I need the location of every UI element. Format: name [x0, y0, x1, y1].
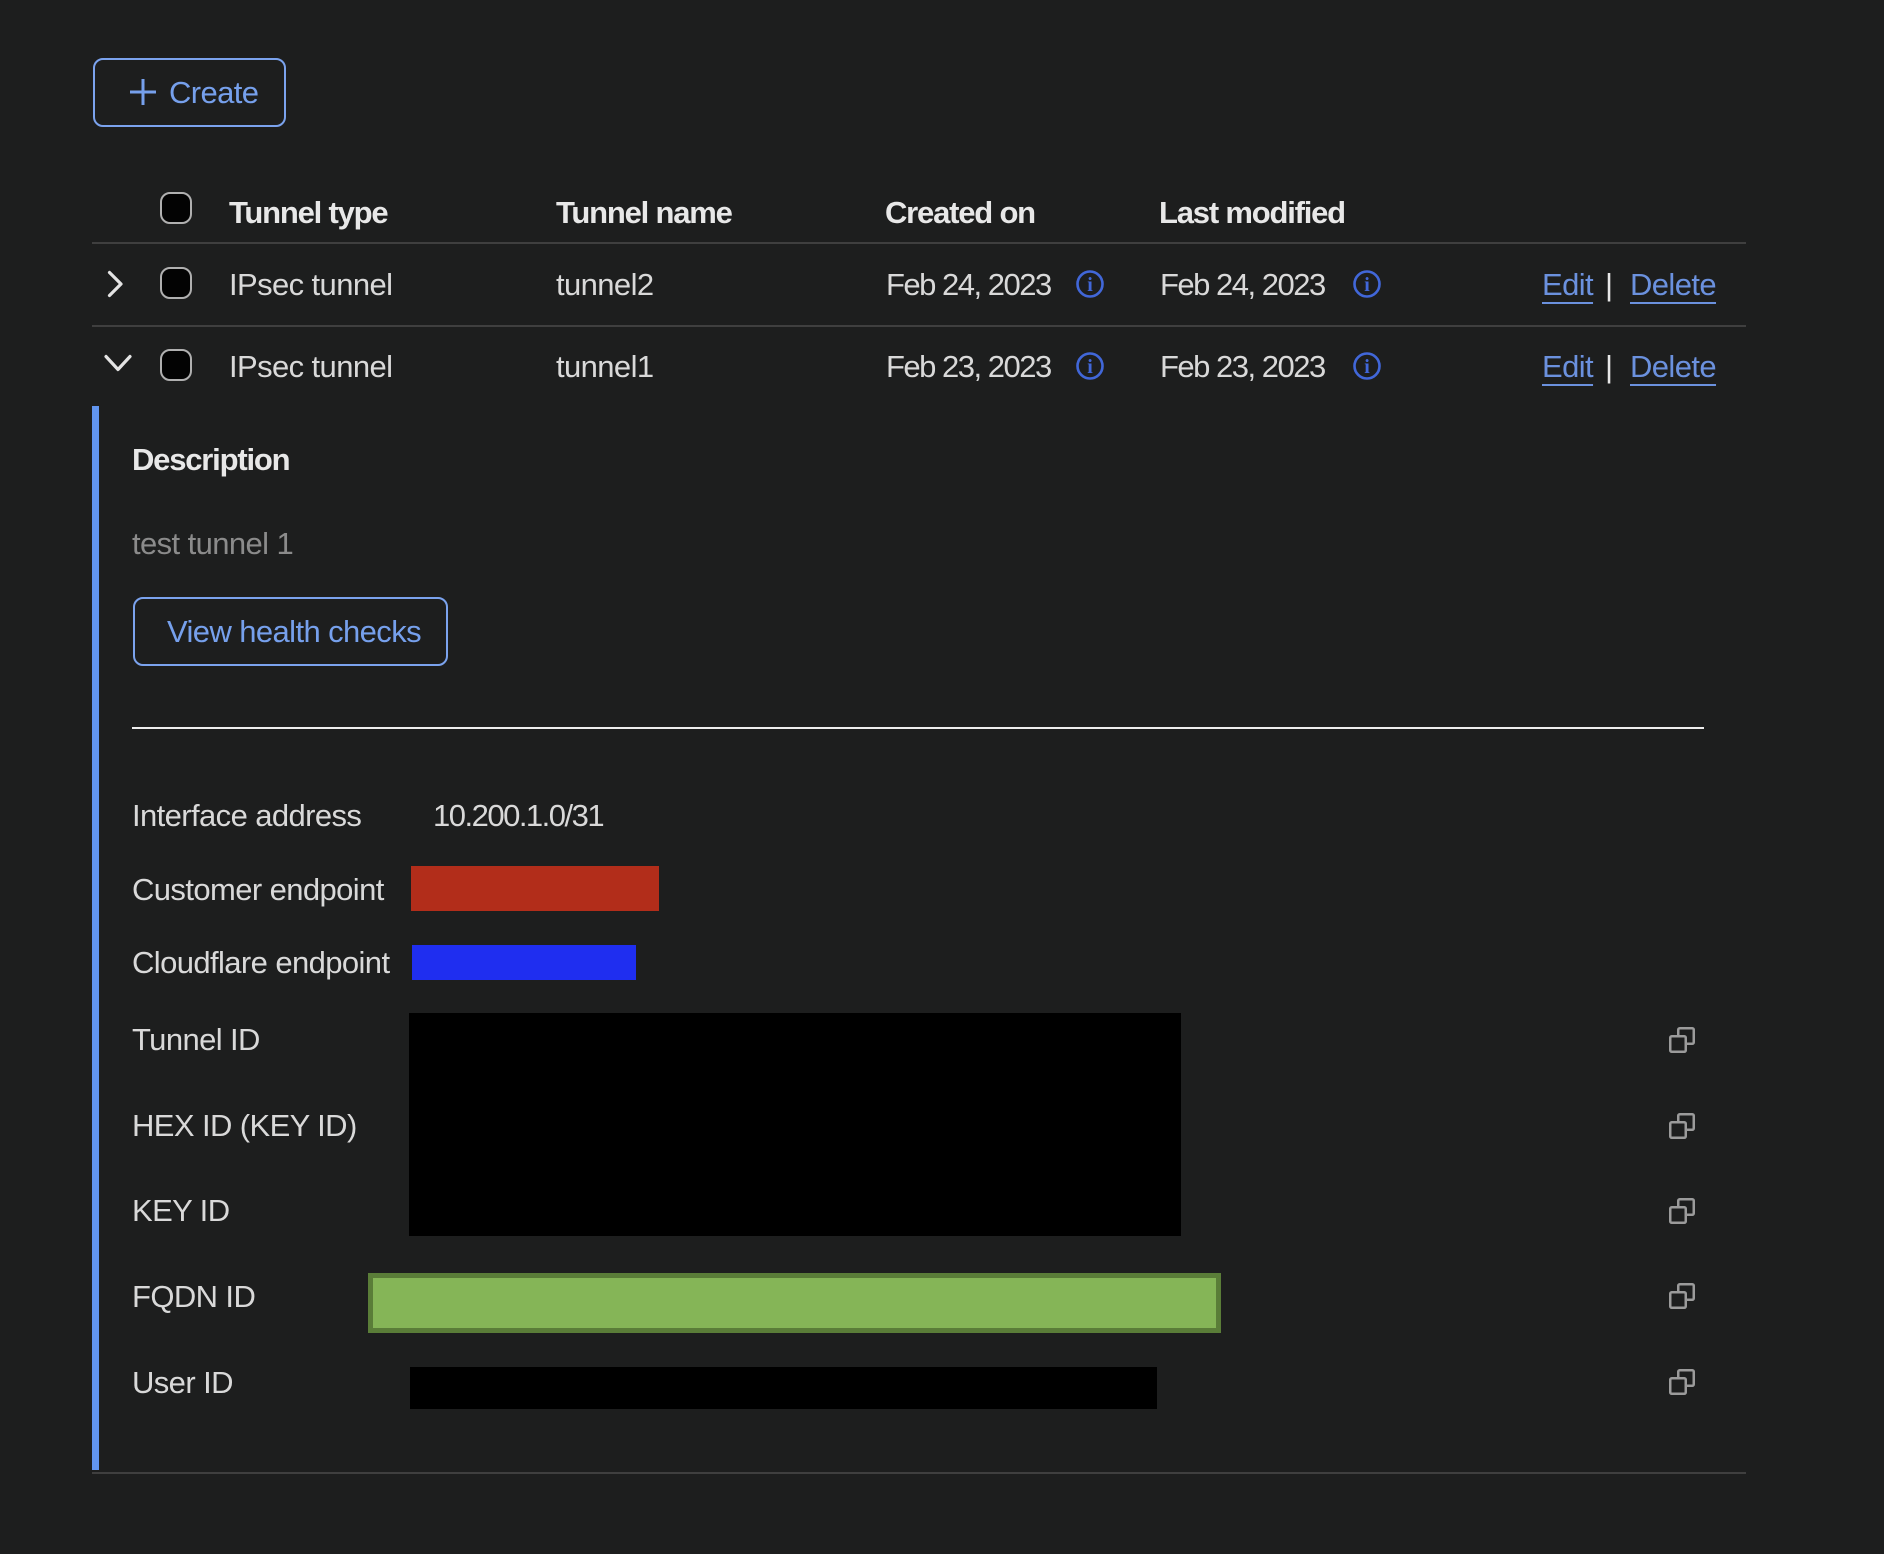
svg-text:i: i: [1087, 274, 1093, 296]
svg-text:i: i: [1364, 274, 1370, 296]
svg-text:i: i: [1364, 356, 1370, 378]
svg-text:i: i: [1087, 356, 1093, 378]
